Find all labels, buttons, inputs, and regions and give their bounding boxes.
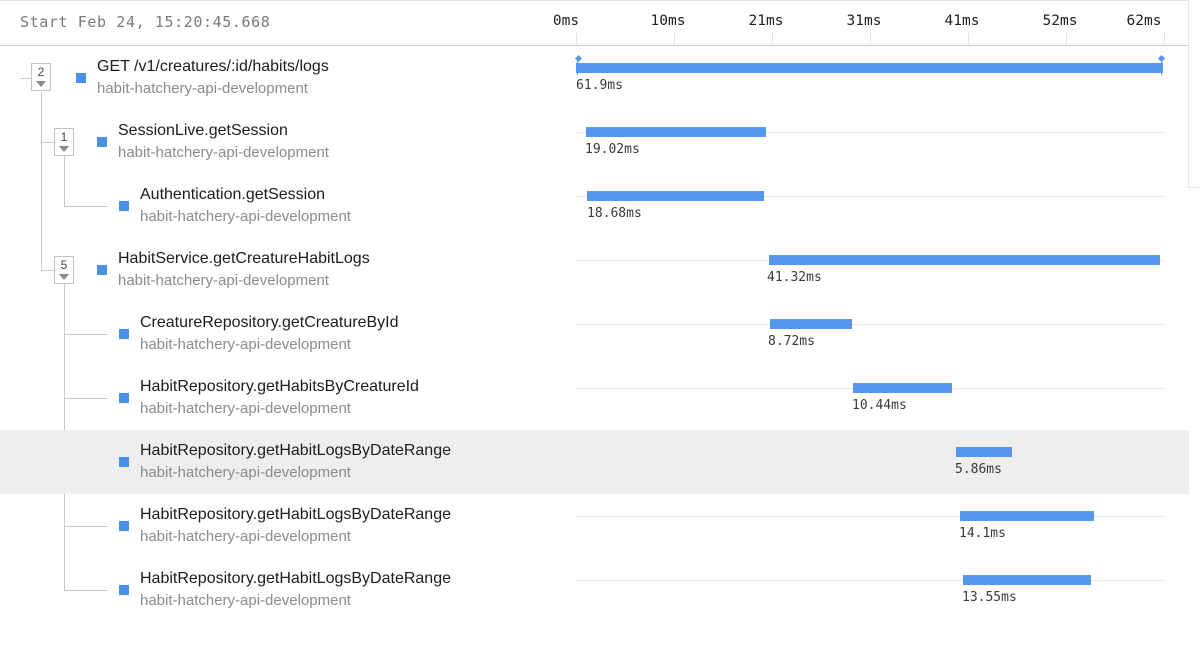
span-service: habit-hatchery-api-development bbox=[140, 336, 351, 353]
span-duration: 5.86ms bbox=[955, 462, 1002, 477]
chevron-down-icon bbox=[59, 146, 69, 152]
trace-start-label: Start Feb 24, 15:20:45.668 bbox=[20, 13, 271, 31]
span-duration: 8.72ms bbox=[768, 334, 815, 349]
span-duration: 18.68ms bbox=[587, 206, 642, 221]
span-row[interactable]: 1 SessionLive.getSession habit-hatchery-… bbox=[0, 111, 1189, 175]
service-color-square-icon bbox=[119, 585, 129, 595]
span-row[interactable]: HabitRepository.getHabitsByCreatureId ha… bbox=[0, 367, 1189, 431]
service-color-square-icon bbox=[76, 73, 86, 83]
span-name: HabitService.getCreatureHabitLogs bbox=[118, 250, 370, 267]
span-bar[interactable] bbox=[585, 127, 766, 137]
span-name: HabitRepository.getHabitLogsByDateRange bbox=[140, 442, 451, 459]
span-service: habit-hatchery-api-development bbox=[118, 272, 329, 289]
span-service: habit-hatchery-api-development bbox=[140, 464, 351, 481]
span-duration: 10.44ms bbox=[852, 398, 907, 413]
child-count: 1 bbox=[60, 130, 68, 144]
chevron-down-icon bbox=[59, 274, 69, 280]
time-tick-line bbox=[870, 33, 871, 44]
chevron-down-icon bbox=[36, 81, 46, 87]
service-color-square-icon bbox=[119, 329, 129, 339]
span-name: GET /v1/creatures/:id/habits/logs bbox=[97, 58, 329, 75]
span-bar[interactable] bbox=[769, 319, 853, 329]
time-tick-line bbox=[772, 33, 773, 44]
span-row[interactable]: Authentication.getSession habit-hatchery… bbox=[0, 175, 1189, 239]
span-row[interactable]: HabitRepository.getHabitLogsByDateRange … bbox=[0, 495, 1189, 559]
trace-waterfall: Start Feb 24, 15:20:45.668 0ms 10ms 21ms… bbox=[0, 0, 1200, 657]
collapse-toggle-button[interactable]: 1 bbox=[54, 128, 74, 156]
span-bar[interactable] bbox=[960, 511, 1094, 521]
time-tick-line bbox=[576, 33, 577, 44]
span-duration: 61.9ms bbox=[576, 78, 623, 93]
span-bar[interactable] bbox=[768, 255, 1161, 265]
span-service: habit-hatchery-api-development bbox=[140, 208, 351, 225]
time-tick-label: 0ms bbox=[552, 13, 580, 29]
span-service: habit-hatchery-api-development bbox=[140, 400, 351, 417]
span-name: HabitRepository.getHabitLogsByDateRange bbox=[140, 506, 451, 523]
span-name: HabitRepository.getHabitLogsByDateRange bbox=[140, 570, 451, 587]
child-count: 5 bbox=[60, 258, 68, 272]
span-name: SessionLive.getSession bbox=[118, 122, 288, 139]
span-bar[interactable] bbox=[587, 191, 765, 201]
time-tick-label: 10ms bbox=[650, 13, 686, 29]
timeline-header: Start Feb 24, 15:20:45.668 0ms 10ms 21ms… bbox=[0, 3, 1189, 46]
time-tick-label: 31ms bbox=[846, 13, 882, 29]
time-tick-line bbox=[968, 33, 969, 44]
service-color-square-icon bbox=[97, 137, 107, 147]
service-color-square-icon bbox=[97, 265, 107, 275]
span-duration: 13.55ms bbox=[962, 590, 1017, 605]
right-edge-divider-tick bbox=[1188, 187, 1200, 188]
span-row[interactable]: 2 GET /v1/creatures/:id/habits/logs habi… bbox=[0, 47, 1189, 111]
span-row[interactable]: HabitRepository.getHabitLogsByDateRange … bbox=[0, 559, 1189, 623]
service-color-square-icon bbox=[119, 393, 129, 403]
collapse-toggle-button[interactable]: 2 bbox=[31, 63, 51, 91]
span-bar[interactable] bbox=[962, 575, 1092, 585]
time-tick-line bbox=[1066, 33, 1067, 44]
span-bar[interactable] bbox=[576, 63, 1163, 73]
span-name: CreatureRepository.getCreatureById bbox=[140, 314, 399, 331]
span-track-line bbox=[576, 324, 1164, 325]
time-tick-label: 41ms bbox=[944, 13, 980, 29]
span-duration: 19.02ms bbox=[585, 142, 640, 157]
service-color-square-icon bbox=[119, 201, 129, 211]
span-name: HabitRepository.getHabitsByCreatureId bbox=[140, 378, 419, 395]
span-duration: 41.32ms bbox=[767, 270, 822, 285]
time-tick-line bbox=[674, 33, 675, 44]
span-service: habit-hatchery-api-development bbox=[140, 592, 351, 609]
time-tick-line bbox=[1164, 33, 1165, 44]
time-tick-label: 62ms bbox=[1126, 13, 1162, 29]
collapse-toggle-button[interactable]: 5 bbox=[54, 256, 74, 284]
time-tick-label: 52ms bbox=[1042, 13, 1078, 29]
span-row[interactable]: CreatureRepository.getCreatureById habit… bbox=[0, 303, 1189, 367]
service-color-square-icon bbox=[119, 457, 129, 467]
span-bar[interactable] bbox=[956, 447, 1012, 457]
time-tick-label: 21ms bbox=[748, 13, 784, 29]
span-service: habit-hatchery-api-development bbox=[118, 144, 329, 161]
child-count: 2 bbox=[37, 65, 45, 79]
span-service: habit-hatchery-api-development bbox=[97, 80, 308, 97]
span-name: Authentication.getSession bbox=[140, 186, 326, 203]
span-service: habit-hatchery-api-development bbox=[140, 528, 351, 545]
span-row[interactable]: 5 HabitService.getCreatureHabitLogs habi… bbox=[0, 239, 1189, 303]
span-duration: 14.1ms bbox=[959, 526, 1006, 541]
span-bar[interactable] bbox=[852, 383, 952, 393]
service-color-square-icon bbox=[119, 521, 129, 531]
span-row-selected[interactable]: HabitRepository.getHabitLogsByDateRange … bbox=[0, 430, 1189, 494]
